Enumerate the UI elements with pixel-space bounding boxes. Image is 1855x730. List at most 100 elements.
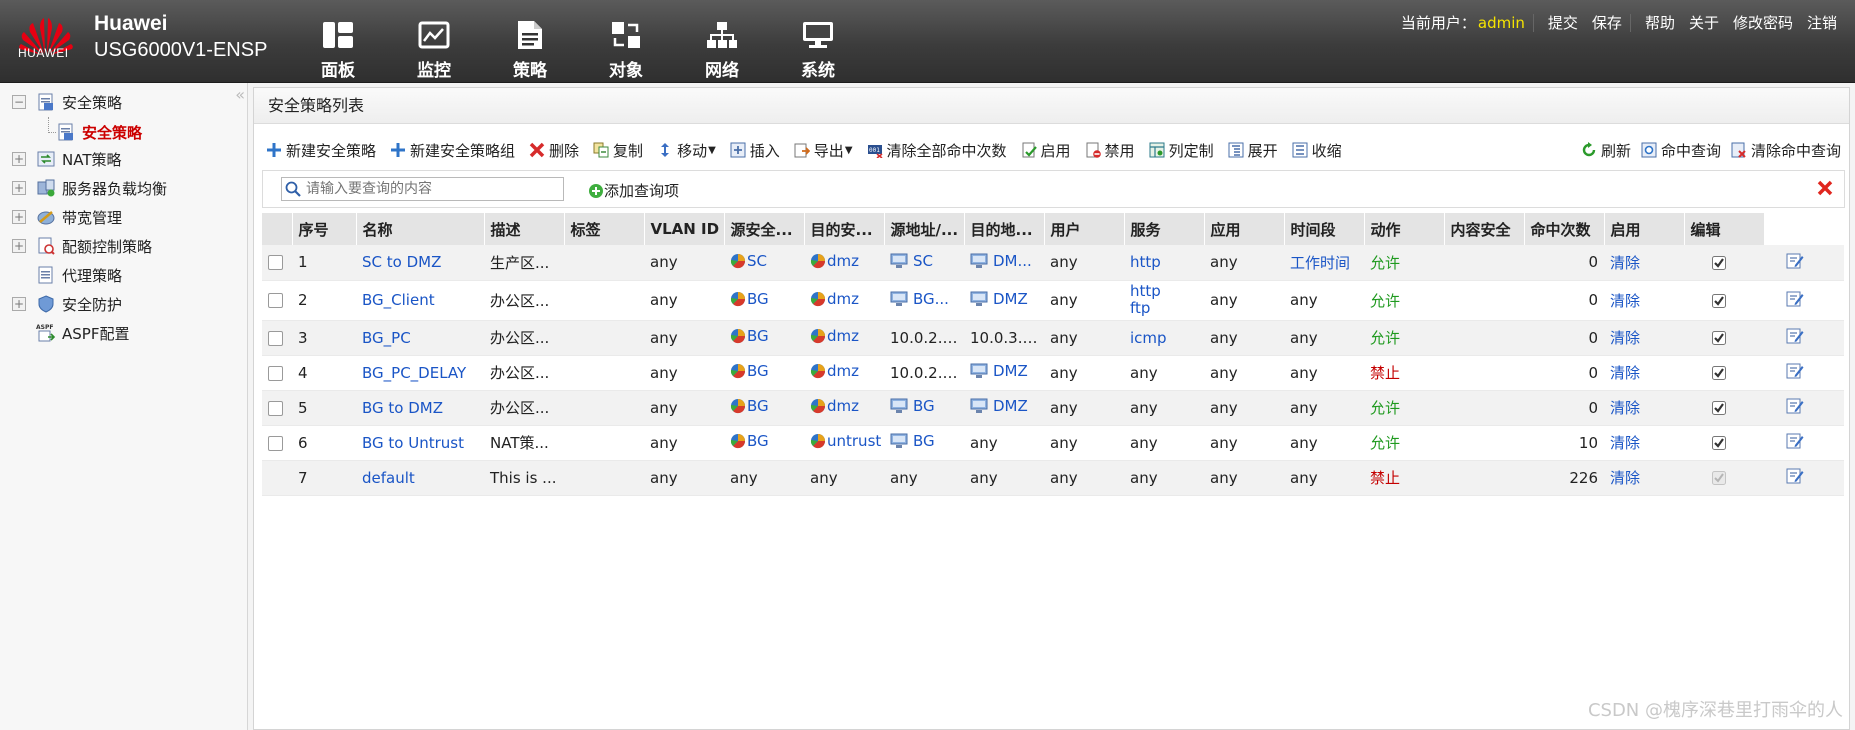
select-cell[interactable] — [262, 460, 292, 496]
enable-button[interactable]: 启用 — [1021, 140, 1071, 161]
expand-toggle-icon[interactable]: + — [12, 239, 26, 253]
name-cell[interactable]: BG_Client — [356, 280, 484, 321]
column-header[interactable]: 应用 — [1204, 213, 1285, 245]
expand-toggle-icon[interactable]: + — [12, 210, 26, 224]
zone-link[interactable]: dmz — [810, 362, 859, 380]
sidebar-item-aspf[interactable]: ASPF ASPF配置 — [12, 320, 129, 346]
clear-hits-link[interactable]: 清除 — [1610, 364, 1640, 382]
help-link[interactable]: 帮助 — [1645, 12, 1675, 33]
nav-network[interactable]: 网络 — [674, 0, 770, 83]
insert-button[interactable]: 插入 — [730, 140, 780, 161]
clear-hits-link[interactable]: 清除 — [1610, 329, 1640, 347]
column-header[interactable]: 目的地... — [964, 213, 1045, 245]
address-link[interactable]: BG — [890, 397, 935, 415]
table-row[interactable]: 3 BG_PC 办公区... any BG dmz 10.0.2.1... 10… — [262, 320, 1844, 356]
expand-all-button[interactable]: 展开 — [1228, 140, 1278, 161]
policy-name-link[interactable]: BG_Client — [362, 291, 435, 309]
policy-name-link[interactable]: SC to DMZ — [362, 253, 441, 271]
logout-link[interactable]: 注销 — [1807, 12, 1837, 33]
zone-link[interactable]: dmz — [810, 290, 859, 308]
name-cell[interactable]: SC to DMZ — [356, 245, 484, 281]
name-cell[interactable]: BG_PC_DELAY — [356, 355, 484, 391]
table-row[interactable]: 1 SC to DMZ 生产区... any SC dmz SC DM... a… — [262, 245, 1844, 281]
policy-name-link[interactable]: BG_PC — [362, 329, 411, 347]
address-link[interactable]: DMZ — [970, 362, 1028, 380]
row-checkbox[interactable] — [268, 330, 283, 346]
service-link[interactable]: icmp — [1130, 329, 1167, 347]
collapse-sidebar-icon[interactable]: « — [235, 85, 245, 104]
save-link[interactable]: 保存 — [1592, 12, 1622, 33]
select-cell[interactable] — [262, 390, 292, 426]
nav-object[interactable]: 对象 — [578, 0, 674, 83]
zone-link[interactable]: SC — [730, 252, 767, 270]
table-row[interactable]: 2 BG_Client 办公区... any BG dmz BG... DMZ … — [262, 280, 1844, 321]
move-button[interactable]: 移动 ▼ — [657, 140, 716, 161]
disable-button[interactable]: 禁用 — [1085, 140, 1135, 161]
name-cell[interactable]: BG to Untrust — [356, 425, 484, 461]
select-cell[interactable] — [262, 280, 292, 321]
edit-icon[interactable] — [1786, 327, 1804, 344]
change-password-link[interactable]: 修改密码 — [1733, 12, 1793, 33]
select-cell[interactable] — [262, 355, 292, 391]
zone-link[interactable]: untrust — [810, 432, 881, 450]
row-checkbox[interactable] — [268, 365, 283, 381]
policy-name-link[interactable]: BG to Untrust — [362, 434, 464, 452]
zone-link[interactable]: BG — [730, 290, 769, 308]
add-query-button[interactable]: 添加查询项 — [588, 180, 679, 201]
sidebar-item-bandwidth[interactable]: + 带宽管理 — [12, 204, 122, 230]
row-checkbox[interactable] — [268, 293, 283, 308]
time-range-link[interactable]: 工作时间 — [1290, 254, 1350, 272]
column-header[interactable]: 源安全... — [724, 213, 805, 245]
sidebar-item-security-policy-group[interactable]: − 安全策略 — [12, 89, 122, 115]
address-link[interactable]: SC — [890, 252, 933, 270]
select-cell[interactable] — [262, 425, 292, 461]
name-cell[interactable]: default — [356, 460, 484, 496]
column-header[interactable]: 编辑 — [1684, 213, 1765, 245]
about-link[interactable]: 关于 — [1689, 12, 1719, 33]
edit-icon[interactable] — [1786, 290, 1804, 307]
column-header[interactable]: 动作 — [1364, 213, 1445, 245]
column-header[interactable]: 用户 — [1044, 213, 1125, 245]
zone-link[interactable]: BG — [730, 397, 769, 415]
address-link[interactable]: BG — [890, 432, 935, 450]
column-header[interactable]: 内容安全 — [1444, 213, 1525, 245]
sidebar-item-security-protection[interactable]: + 安全防护 — [12, 291, 122, 317]
collapse-toggle-icon[interactable]: − — [12, 95, 26, 109]
zone-link[interactable]: BG — [730, 362, 769, 380]
clear-hits-link[interactable]: 清除 — [1610, 399, 1640, 417]
address-link[interactable]: DMZ — [970, 290, 1028, 308]
column-header[interactable]: 名称 — [356, 213, 485, 245]
column-header[interactable]: 启用 — [1604, 213, 1685, 245]
new-policy-group-button[interactable]: 新建安全策略组 — [390, 140, 515, 161]
address-link[interactable]: BG... — [890, 290, 949, 308]
row-checkbox[interactable] — [268, 400, 283, 416]
edit-icon[interactable] — [1786, 467, 1804, 484]
enabled-checkbox[interactable] — [1712, 255, 1726, 270]
sidebar-item-slb[interactable]: + 服务器负载均衡 — [12, 175, 167, 201]
column-header[interactable]: 命中次数 — [1524, 213, 1605, 245]
copy-button[interactable]: 复制 — [593, 140, 643, 161]
service-link[interactable]: ftp — [1130, 300, 1204, 317]
service-link[interactable]: http — [1130, 283, 1204, 300]
expand-toggle-icon[interactable]: + — [12, 181, 26, 195]
nav-dashboard[interactable]: 面板 — [290, 0, 386, 83]
clear-hits-link[interactable]: 清除 — [1610, 434, 1640, 452]
column-header[interactable]: 描述 — [484, 213, 565, 245]
table-row[interactable]: 6 BG to Untrust NAT策... any BG untrust B… — [262, 425, 1844, 461]
clear-hits-link[interactable]: 清除 — [1610, 254, 1640, 272]
export-button[interactable]: 导出 ▼ — [794, 140, 853, 161]
edit-icon[interactable] — [1786, 432, 1804, 449]
column-header[interactable]: VLAN ID — [644, 213, 725, 245]
zone-link[interactable]: BG — [730, 432, 769, 450]
policy-name-link[interactable]: BG to DMZ — [362, 399, 443, 417]
edit-icon[interactable] — [1786, 252, 1804, 269]
zone-link[interactable]: dmz — [810, 397, 859, 415]
enabled-checkbox[interactable] — [1712, 436, 1726, 450]
policy-name-link[interactable]: BG_PC_DELAY — [362, 364, 466, 382]
sidebar-item-proxy-policy[interactable]: 代理策略 — [12, 262, 122, 288]
select-cell[interactable] — [262, 245, 292, 281]
clear-all-hits-button[interactable]: 001 清除全部命中次数 — [867, 140, 1007, 161]
nav-policy[interactable]: 策略 — [482, 0, 578, 83]
row-checkbox[interactable] — [268, 435, 283, 451]
search-input[interactable] — [281, 177, 564, 201]
